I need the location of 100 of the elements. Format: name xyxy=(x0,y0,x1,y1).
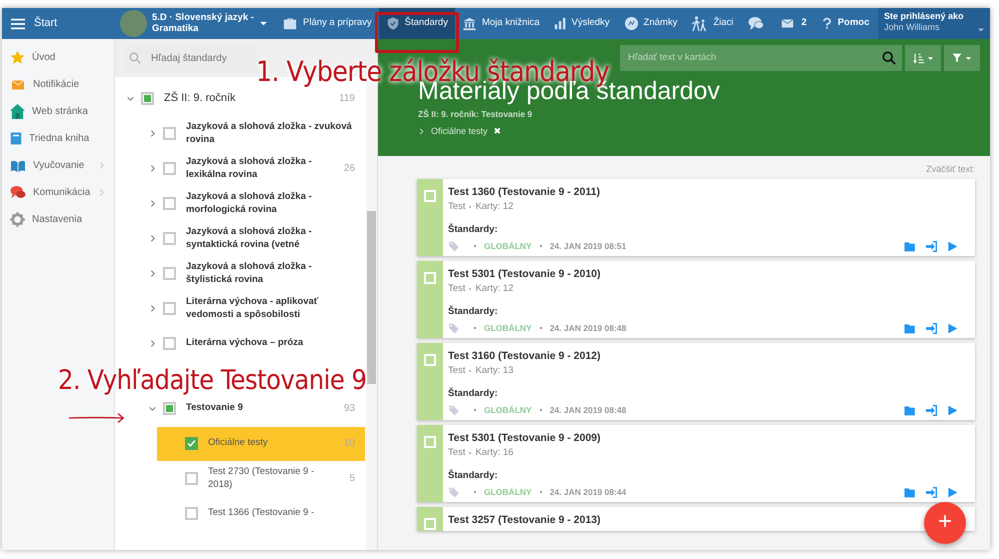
material-card: Test 5301 (Testovanie 9 - 2009) Test Karty: 16 Štandardy: GLOBÁLNY 24. JAN 2019 08:44 xyxy=(417,424,975,502)
material-card: Test 5301 (Testovanie 9 - 2010) Test Karty: 12 Štandardy: GLOBÁLNY 24. JAN 2019 08:48 xyxy=(417,260,975,338)
scrollbar-thumb[interactable] xyxy=(367,211,376,384)
tag-icon xyxy=(448,404,460,416)
sidebar-item[interactable]: Úvod xyxy=(2,44,114,71)
nav-tab[interactable]: Moja knižnica xyxy=(454,8,547,39)
search-input[interactable]: Hľadaj štandardy xyxy=(149,50,249,66)
open-book-icon xyxy=(10,158,26,172)
checkbox[interactable] xyxy=(163,162,176,175)
caret-icon xyxy=(965,54,972,62)
envelope-icon xyxy=(10,78,26,90)
play-icon[interactable] xyxy=(947,322,958,334)
play-icon[interactable] xyxy=(947,486,958,498)
material-card: Test 1360 (Testovanie 9 - 2011) Test Karty: 12 Štandardy: GLOBÁLNY 24. JAN 2019 08:51 xyxy=(417,178,975,256)
shield-icon xyxy=(386,16,400,31)
sidebar-item[interactable]: Triedna kniha xyxy=(2,125,114,152)
tree-item[interactable]: Jazyková a slohová zložka - zvuková rovina xyxy=(135,116,365,150)
photo-placeholder xyxy=(120,10,147,37)
tree-item[interactable]: Jazyková a slohová zložka - syntaktická rovina (vetné xyxy=(135,222,365,256)
tree-item[interactable]: Jazyková a slohová zložka - štylistická rovina xyxy=(135,256,365,290)
collapse-icon[interactable] xyxy=(126,94,134,103)
checkbox[interactable] xyxy=(163,337,176,350)
collapse-icon[interactable] xyxy=(148,404,156,413)
add-button[interactable]: + xyxy=(924,502,966,544)
remove-filter-button[interactable]: ✖ xyxy=(494,124,502,138)
nav-tab[interactable]: 2 xyxy=(772,8,814,39)
star-icon xyxy=(10,50,25,65)
sidebar-item[interactable]: Nastavenia xyxy=(2,206,114,233)
card-type: Test xyxy=(448,446,466,460)
nav-tab[interactable]: Plány a prípravy xyxy=(275,8,379,39)
checkbox[interactable] xyxy=(185,472,198,485)
scope-label: GLOBÁLNY xyxy=(484,240,532,252)
filter-label: Oficiálne testy xyxy=(431,124,488,138)
checkbox[interactable] xyxy=(163,232,176,245)
sign-in-icon[interactable] xyxy=(926,322,937,334)
nav-tab[interactable]: Žiaci xyxy=(684,8,740,39)
help-icon xyxy=(820,16,833,31)
search-icon xyxy=(882,51,896,65)
play-icon[interactable] xyxy=(947,240,958,252)
user-menu[interactable]: Ste prihlásený ako John Williams xyxy=(878,8,990,39)
card-type: Test xyxy=(448,200,466,214)
checkbox[interactable] xyxy=(163,267,176,280)
tree-item[interactable]: Test 1366 (Testovanie 9 - xyxy=(157,496,365,530)
tree-item[interactable]: Jazyková a slohová zložka - morfologická rovina xyxy=(135,186,365,220)
tree-item[interactable]: Jazyková a slohová zložka - lexikálna rovina 26 xyxy=(135,152,365,186)
caret-icon xyxy=(926,54,934,62)
sidebar-item[interactable]: Notifikácie xyxy=(2,71,114,98)
annotation-text: 2. Vyhľadajte Testovanie 9 xyxy=(58,367,367,394)
class-selector[interactable]: 5.D · Slovenský jazyk - Gramatika xyxy=(115,8,275,39)
checkbox[interactable] xyxy=(185,507,198,520)
card-type: Test xyxy=(448,282,466,296)
tree-item[interactable]: Literárna výchova - aplikovať vedomosti a spôsobilosti xyxy=(135,292,365,326)
house-icon xyxy=(10,104,25,119)
play-icon[interactable] xyxy=(947,404,958,416)
chat-icon xyxy=(10,185,26,200)
folder-icon[interactable] xyxy=(904,486,916,498)
checkbox[interactable] xyxy=(163,197,176,210)
tree-item[interactable]: Literárna výchova – próza xyxy=(135,326,365,360)
bar-chart-icon xyxy=(554,17,567,30)
folder-icon[interactable] xyxy=(904,404,916,416)
tag-icon xyxy=(448,322,460,334)
nav-tab[interactable]: Výsledky xyxy=(546,8,617,39)
material-card: Test 3160 (Testovanie 9 - 2012) Test Karty: 13 Štandardy: GLOBÁLNY 24. JAN 2019 08:48 xyxy=(417,342,975,420)
sign-in-icon[interactable] xyxy=(926,404,937,416)
search-input[interactable]: Hľadať text v kartách xyxy=(626,50,882,66)
start-label[interactable]: Štart xyxy=(34,15,58,32)
checkbox[interactable] xyxy=(141,92,154,105)
nav-tab[interactable]: Štandardy xyxy=(378,8,455,39)
sidebar-item[interactable]: Vyučovanie xyxy=(2,152,114,179)
card-count: Karty: 16 xyxy=(475,446,514,460)
folder-icon[interactable] xyxy=(904,240,916,252)
nav-tab[interactable]: Pomoc xyxy=(814,8,876,39)
caret-icon xyxy=(977,26,985,34)
date-label: 24. JAN 2019 08:48 xyxy=(550,322,626,334)
breadcrumb: ZŠ II: 9. ročník: Testovanie 9 xyxy=(418,108,534,120)
nav-tab[interactable]: Známky xyxy=(616,8,684,39)
tag-icon xyxy=(448,486,460,498)
tree-item[interactable]: Oficiálne testy 10 xyxy=(157,426,365,460)
checkbox[interactable] xyxy=(163,402,176,415)
menu-icon[interactable] xyxy=(10,16,26,30)
envelope-icon xyxy=(779,17,796,30)
sidebar-item[interactable]: Komunikácia xyxy=(2,179,114,206)
sign-in-icon[interactable] xyxy=(926,240,937,252)
card-type: Test xyxy=(448,364,466,378)
book-icon xyxy=(10,131,22,146)
filter-button[interactable] xyxy=(944,45,980,71)
folder-icon[interactable] xyxy=(904,322,916,334)
scope-label: GLOBÁLNY xyxy=(484,486,532,498)
search-field[interactable]: Hľadať text v kartách xyxy=(620,45,902,71)
sort-icon xyxy=(912,52,924,64)
checkbox[interactable] xyxy=(163,127,176,140)
tree-item[interactable]: Test 2730 (Testovanie 9 - 2018) 5 xyxy=(157,462,365,496)
sort-button[interactable] xyxy=(905,45,941,71)
search-icon xyxy=(129,52,141,64)
checkbox[interactable] xyxy=(185,437,198,450)
sign-in-icon[interactable] xyxy=(926,486,937,498)
sidebar-item[interactable]: Web stránka xyxy=(2,98,114,125)
checkbox[interactable] xyxy=(163,302,176,315)
scope-label: GLOBÁLNY xyxy=(484,404,532,416)
card-count: Karty: 12 xyxy=(475,282,514,296)
